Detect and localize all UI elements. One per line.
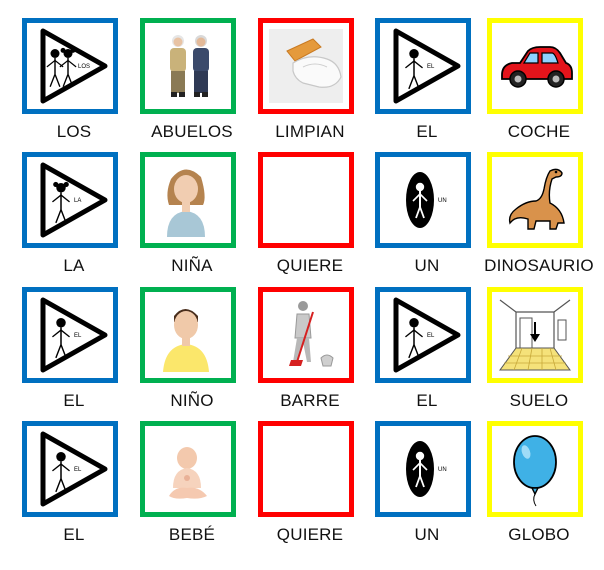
pictogram-frame[interactable] [487,287,583,383]
girl-photo-icon [167,169,205,237]
pictogram-frame[interactable] [140,421,236,517]
reaching-hand-icon [263,426,349,512]
article-indefinite-pictogram-icon: UN [406,441,447,497]
pictogram-frame[interactable]: UN [375,421,471,517]
pictogram-label: DINOSAURIO [484,256,594,275]
pictogram-frame[interactable] [140,287,236,383]
pictogram-label: SUELO [509,391,569,410]
sweeping-figure-icon [289,301,334,367]
pictogram-frame[interactable] [487,18,583,114]
floor-room-icon [499,299,571,371]
svg-text:EL: EL [427,64,435,70]
pictogram-frame[interactable]: EL [375,287,471,383]
baby-photo-icon [169,447,207,499]
car-icon [501,46,573,88]
reaching-hand-icon [263,157,349,243]
pictogram-frame[interactable]: EL [22,421,118,517]
svg-text:EL: EL [74,333,82,339]
svg-text:LA: LA [74,198,81,204]
pictogram-frame[interactable]: UN [375,152,471,248]
article-masculine-pictogram-icon: EL [393,297,461,373]
svg-text:UN: UN [438,198,447,204]
pictogram-frame[interactable] [258,18,354,114]
pictogram-frame[interactable]: EL [22,287,118,383]
pictogram-frame[interactable] [258,152,354,248]
pictogram-label: COCHE [507,122,571,141]
pictogram-frame[interactable]: LA [22,152,118,248]
svg-text:LOS: LOS [78,64,90,70]
pictogram-frame[interactable] [487,421,583,517]
article-masculine-pictogram-icon: EL [40,297,108,373]
pictogram-frame[interactable] [140,18,236,114]
balloon-icon [513,435,557,507]
article-feminine-pictogram-icon: LA [40,162,108,238]
pictogram-frame[interactable] [140,152,236,248]
pictogram-frame[interactable] [258,287,354,383]
boy-photo-icon [163,309,209,372]
svg-text:UN: UN [438,467,447,473]
grandparents-photo-icon [170,35,209,97]
article-masculine-pictogram-icon: EL [393,28,461,104]
pictogram-label: GLOBO [508,525,570,544]
article-masculine-pictogram-icon: EL [40,431,108,507]
svg-text:EL: EL [427,333,435,339]
dinosaur-icon [508,168,565,230]
pictogram-frame[interactable]: EL [375,18,471,114]
svg-text:EL: EL [74,467,82,473]
article-plural-pictogram-icon: LOS [40,28,108,104]
pictogram-frame[interactable] [258,421,354,517]
cleaning-hand-photo-icon [269,29,343,103]
pictogram-frame[interactable]: LOS [22,18,118,114]
pictogram-frame[interactable] [487,152,583,248]
article-indefinite-pictogram-icon: UN [406,172,447,228]
